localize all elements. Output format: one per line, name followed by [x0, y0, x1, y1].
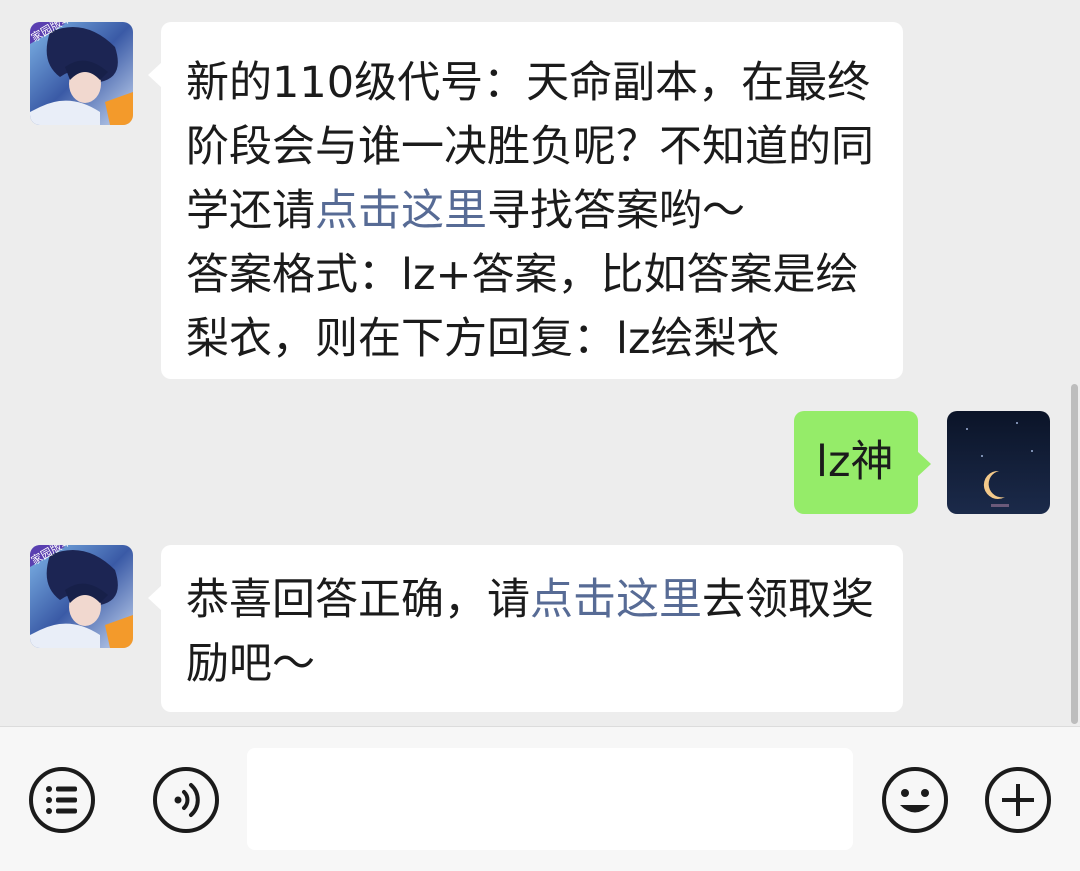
click-here-link[interactable]: 点击这里	[315, 186, 487, 236]
message-bubble-answer[interactable]: lz神	[794, 411, 931, 514]
message-text: 恭喜回答正确，请	[186, 575, 530, 625]
voice-icon[interactable]	[151, 765, 221, 835]
plus-icon[interactable]	[983, 765, 1053, 835]
message-input[interactable]	[247, 748, 853, 850]
message-bubble-question[interactable]: 新的110级代号：天命副本，在最终阶段会与谁一决胜负呢？不知道的同学还请点击这里…	[148, 22, 903, 379]
menu-list-icon[interactable]	[27, 765, 97, 835]
my-avatar[interactable]	[947, 411, 1050, 514]
message-bubble-reply[interactable]: 恭喜回答正确，请点击这里去领取奖励吧～	[148, 545, 903, 712]
chat-area[interactable]: 家园版本 新的110级代号：天命副本，在最终阶段会与谁一决胜负呢？不知道的同学还…	[0, 0, 1080, 726]
message-text: 寻找答案哟～	[487, 186, 745, 236]
emoji-icon[interactable]	[880, 765, 950, 835]
scrollbar[interactable]	[1071, 384, 1078, 724]
official-avatar[interactable]: 家园版本	[30, 22, 133, 125]
message-text-format: 答案格式：lz+答案，比如答案是绘梨衣，则在下方回复：lz绘梨衣	[186, 250, 859, 364]
message-text: lz神	[816, 437, 894, 487]
input-toolbar	[0, 726, 1080, 871]
click-here-link[interactable]: 点击这里	[530, 575, 702, 625]
official-avatar[interactable]: 家园版本	[30, 545, 133, 648]
